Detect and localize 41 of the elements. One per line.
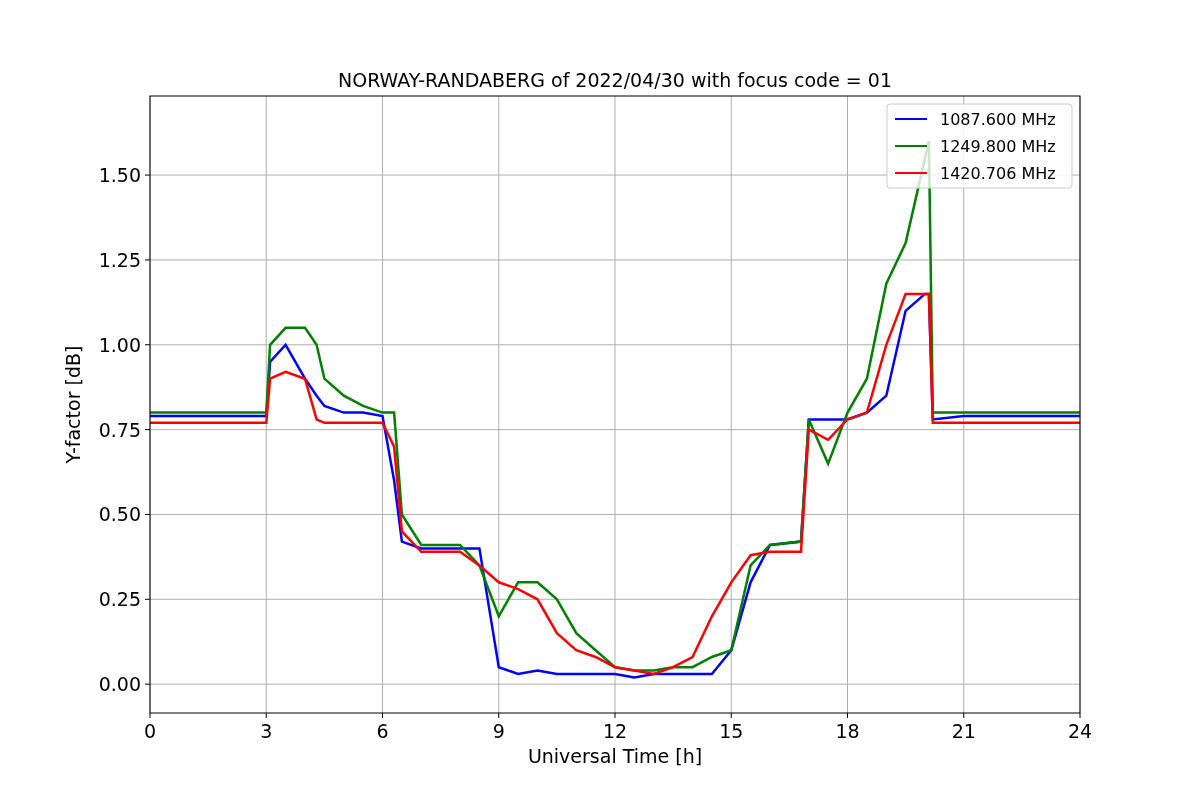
tick-label: 0.75 <box>98 418 141 441</box>
tick-mark <box>144 174 151 176</box>
tick-label: 21 <box>951 720 976 742</box>
tick-label: 1.25 <box>98 248 141 271</box>
legend-line-icon <box>894 172 928 174</box>
tick-label: 9 <box>492 720 505 742</box>
tick-mark <box>144 344 151 346</box>
tick-mark <box>847 712 848 719</box>
tick-mark <box>144 683 151 685</box>
tick-label: 0.50 <box>98 503 141 526</box>
legend-label: 1249.800 MHz <box>940 137 1056 156</box>
tick-label: 6 <box>376 720 389 742</box>
legend-label: 1420.706 MHz <box>940 164 1056 183</box>
tick-mark <box>730 712 732 719</box>
legend-label: 1087.600 MHz <box>940 110 1056 129</box>
tick-mark <box>614 712 616 719</box>
tick-mark <box>144 429 151 431</box>
tick-mark <box>144 259 151 261</box>
tick-label: 0.25 <box>98 588 141 611</box>
tick-mark <box>149 712 151 719</box>
tick-label: 15 <box>719 720 744 742</box>
tick-label: 1.50 <box>98 164 141 187</box>
tick-label: 12 <box>602 720 628 742</box>
chart-title: NORWAY-RANDABERG of 2022/04/30 with focus code = 01 <box>338 69 892 91</box>
tick-label: 24 <box>1067 720 1093 742</box>
tick-label: 1.00 <box>98 333 141 356</box>
tick-mark <box>963 712 965 719</box>
tick-mark <box>1079 712 1081 719</box>
tick-label: 0.00 <box>98 673 141 696</box>
tick-mark <box>144 513 151 515</box>
tick-mark <box>144 598 151 600</box>
tick-mark <box>382 712 383 719</box>
x-axis-label: Universal Time [h] <box>527 745 703 767</box>
tick-label: 0 <box>143 720 157 742</box>
legend-line-icon <box>894 118 928 120</box>
y-axis-label: Y-factor [dB] <box>62 345 84 464</box>
tick-label: 18 <box>835 720 860 742</box>
legend-line-icon <box>894 145 928 147</box>
tick-mark <box>265 712 267 719</box>
tick-mark <box>498 712 500 719</box>
tick-label: 3 <box>260 720 273 742</box>
